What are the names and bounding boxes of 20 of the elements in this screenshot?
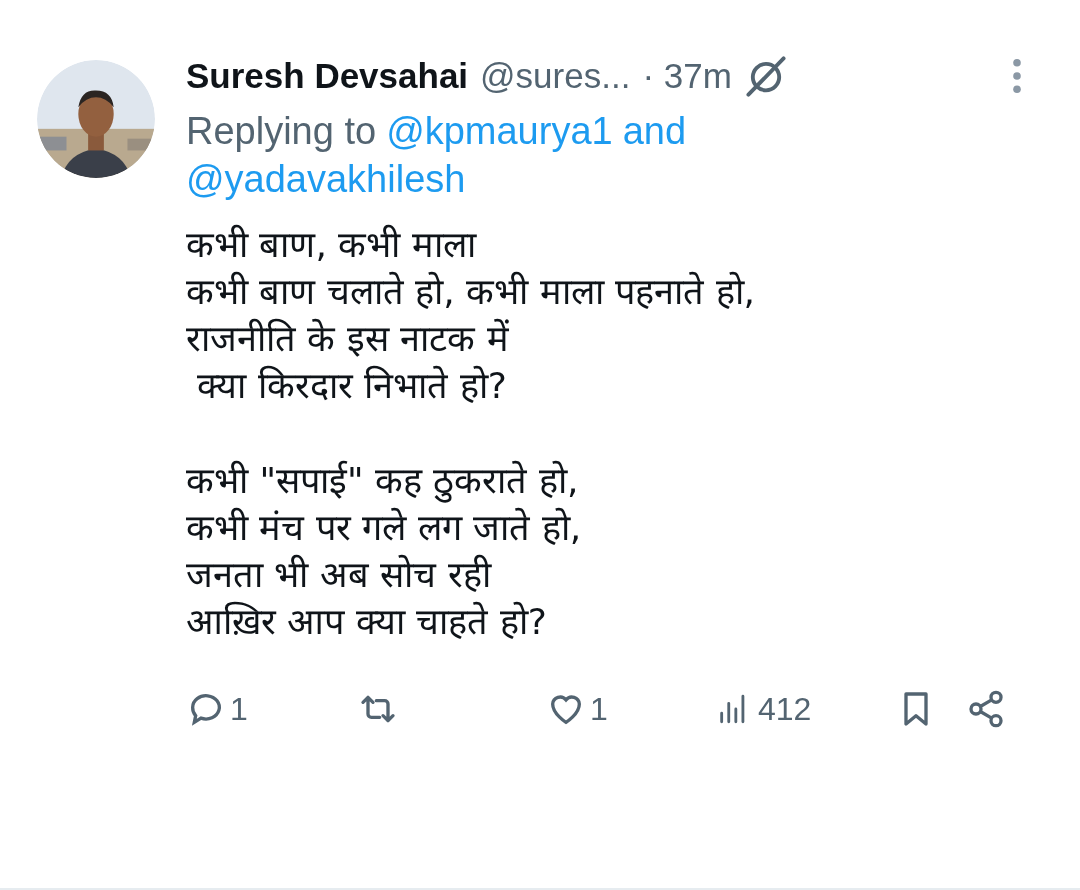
poem-line: आख़िर आप क्या चाहते हो? bbox=[186, 599, 548, 644]
author-handle[interactable]: @sures... bbox=[480, 50, 631, 103]
more-icon[interactable] bbox=[1012, 57, 1022, 96]
poem-line: क्या किरदार निभाते हो? bbox=[196, 363, 508, 408]
replying-to-label: Replying to bbox=[186, 108, 377, 154]
poem-line: कभी मंच पर गले लग जाते हो, bbox=[186, 505, 583, 550]
poem-line: जनता भी अब सोच रही bbox=[186, 552, 493, 597]
poem-line: कभी "सपाई" कह ठुकराते हो, bbox=[186, 458, 580, 504]
poem-line: कभी बाण, कभी माला bbox=[186, 222, 478, 267]
mention-joiner: and bbox=[622, 108, 687, 154]
views-button[interactable]: 412 bbox=[716, 684, 896, 733]
slash-circle-icon[interactable] bbox=[743, 54, 788, 99]
author-name[interactable]: Suresh Devsahai bbox=[186, 50, 469, 103]
share-icon bbox=[966, 688, 1006, 729]
post-time: · 37m bbox=[642, 55, 732, 97]
like-button[interactable]: 1 bbox=[546, 684, 716, 733]
reply-button[interactable]: 1 bbox=[186, 684, 356, 733]
poem-line: राजनीति के इस नाटक में bbox=[186, 316, 510, 361]
share-button[interactable] bbox=[966, 688, 1006, 729]
poem-line: कभी बाण चलाते हो, कभी माला पहनाते हो, bbox=[186, 269, 756, 314]
